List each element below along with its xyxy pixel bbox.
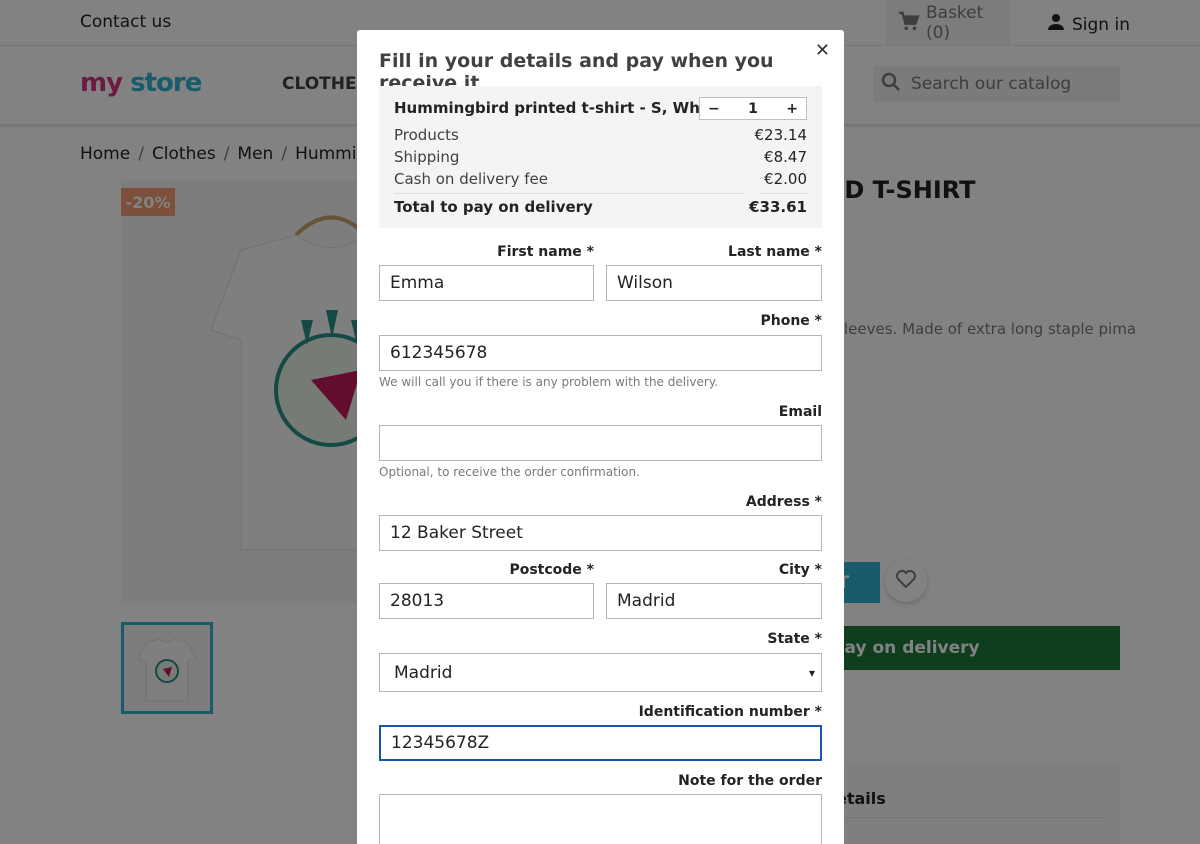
divider (394, 193, 744, 194)
note-label: Note for the order (678, 773, 822, 789)
qty-plus-button[interactable]: + (786, 101, 798, 117)
total-label: Total to pay on delivery (394, 198, 593, 216)
summary-row-total: Total to pay on delivery €33.61 (394, 198, 807, 216)
id-number-label: Identification number * (638, 704, 822, 720)
state-value: Madrid (394, 662, 453, 683)
city-label: City * (778, 562, 822, 578)
first-name-label: First name * (497, 244, 594, 260)
phone-label: Phone * (760, 313, 822, 329)
row-value: €23.14 (754, 126, 808, 144)
phone-hint: We will call you if there is any problem… (379, 375, 719, 389)
divider (759, 193, 807, 194)
phone-field[interactable]: 612345678 (379, 335, 822, 371)
email-field[interactable] (379, 425, 822, 461)
row-label: Cash on delivery fee (394, 170, 548, 188)
state-label: State * (767, 631, 822, 647)
row-value: €8.47 (764, 148, 807, 166)
first-name-field[interactable]: Emma (379, 265, 594, 301)
qty-minus-button[interactable]: − (708, 101, 720, 117)
postcode-label: Postcode * (509, 562, 594, 578)
email-hint: Optional, to receive the order confirmat… (379, 465, 640, 479)
email-label: Email (778, 404, 822, 420)
quantity-stepper[interactable]: − 1 + (699, 97, 807, 120)
cod-modal: ✕ Fill in your details and pay when you … (357, 30, 844, 844)
postcode-field[interactable]: 28013 (379, 583, 594, 619)
city-field[interactable]: Madrid (606, 583, 822, 619)
summary-product-name: Hummingbird printed t-shirt - S, White (394, 99, 723, 117)
row-label: Shipping (394, 148, 460, 166)
summary-row-products: Products €23.14 (394, 126, 807, 144)
order-summary: Hummingbird printed t-shirt - S, White −… (379, 86, 822, 228)
note-textarea[interactable] (379, 794, 822, 844)
qty-value[interactable]: 1 (748, 101, 758, 117)
last-name-field[interactable]: Wilson (606, 265, 822, 301)
address-field[interactable]: 12 Baker Street (379, 515, 822, 551)
chevron-down-icon: ▾ (808, 665, 815, 680)
state-select[interactable]: Madrid ▾ (379, 653, 822, 692)
row-value: €2.00 (764, 170, 807, 188)
summary-row-cod-fee: Cash on delivery fee €2.00 (394, 170, 807, 188)
last-name-label: Last name * (728, 244, 822, 260)
summary-row-shipping: Shipping €8.47 (394, 148, 807, 166)
id-number-field[interactable]: 12345678Z (379, 725, 822, 761)
row-label: Products (394, 126, 459, 144)
total-value: €33.61 (749, 198, 807, 216)
address-label: Address * (745, 494, 822, 510)
